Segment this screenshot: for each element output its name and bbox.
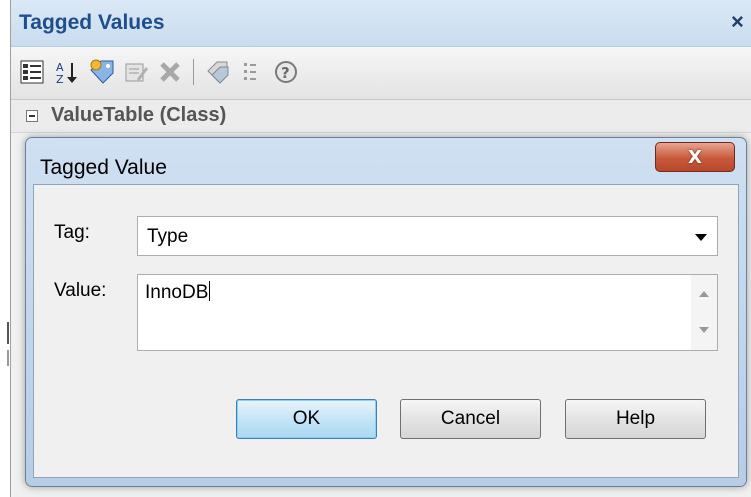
delete-icon[interactable] [155,57,185,87]
dropdown-arrow-icon[interactable] [695,234,707,241]
tag-label: Tag: [54,222,90,243]
class-group-row[interactable]: ValueTable (Class) [11,100,751,133]
text-cursor [209,281,211,301]
edit-tag-icon[interactable] [121,57,151,87]
collapse-icon[interactable] [26,110,38,122]
background-divider [7,322,9,344]
svg-text:Z: Z [56,73,64,85]
toolbar-separator [193,59,194,85]
scroll-down-icon[interactable] [699,327,709,333]
tag-value: Type [147,226,189,247]
tag-dropdown[interactable]: Type [137,216,718,256]
help-icon[interactable]: ? [271,57,301,87]
filter-icon[interactable] [237,57,267,87]
tagged-value-dialog: Tagged Value X Tag: Type Value: InnoDB O… [25,137,747,487]
dialog-content: Tag: Type Value: InnoDB OK Cancel Help [33,184,739,478]
value-textarea[interactable]: InnoDB [137,274,718,351]
cancel-button[interactable]: Cancel [400,399,541,439]
group-label: ValueTable (Class) [51,104,227,126]
scroll-up-icon[interactable] [699,291,709,297]
panel-toolbar: A Z ? [11,47,751,100]
dialog-title: Tagged Value [40,156,167,179]
svg-text:?: ? [281,64,290,82]
value-scrollbar[interactable] [691,275,717,350]
ok-button[interactable]: OK [236,399,377,439]
panel-title: Tagged Values [19,11,165,34]
panel-title-bar: Tagged Values × [11,0,751,47]
sort-alphabetical-icon[interactable]: A Z [51,57,81,87]
panel-close-icon[interactable]: × [731,9,744,35]
close-icon: X [688,146,702,168]
new-tag-icon[interactable] [87,57,117,87]
background-divider [7,350,9,366]
show-inherited-icon[interactable] [203,57,233,87]
value-label: Value: [54,280,107,301]
categorized-view-icon[interactable] [17,57,47,87]
help-button[interactable]: Help [565,399,706,439]
dialog-close-button[interactable]: X [655,142,735,172]
value-text: InnoDB [145,281,211,303]
